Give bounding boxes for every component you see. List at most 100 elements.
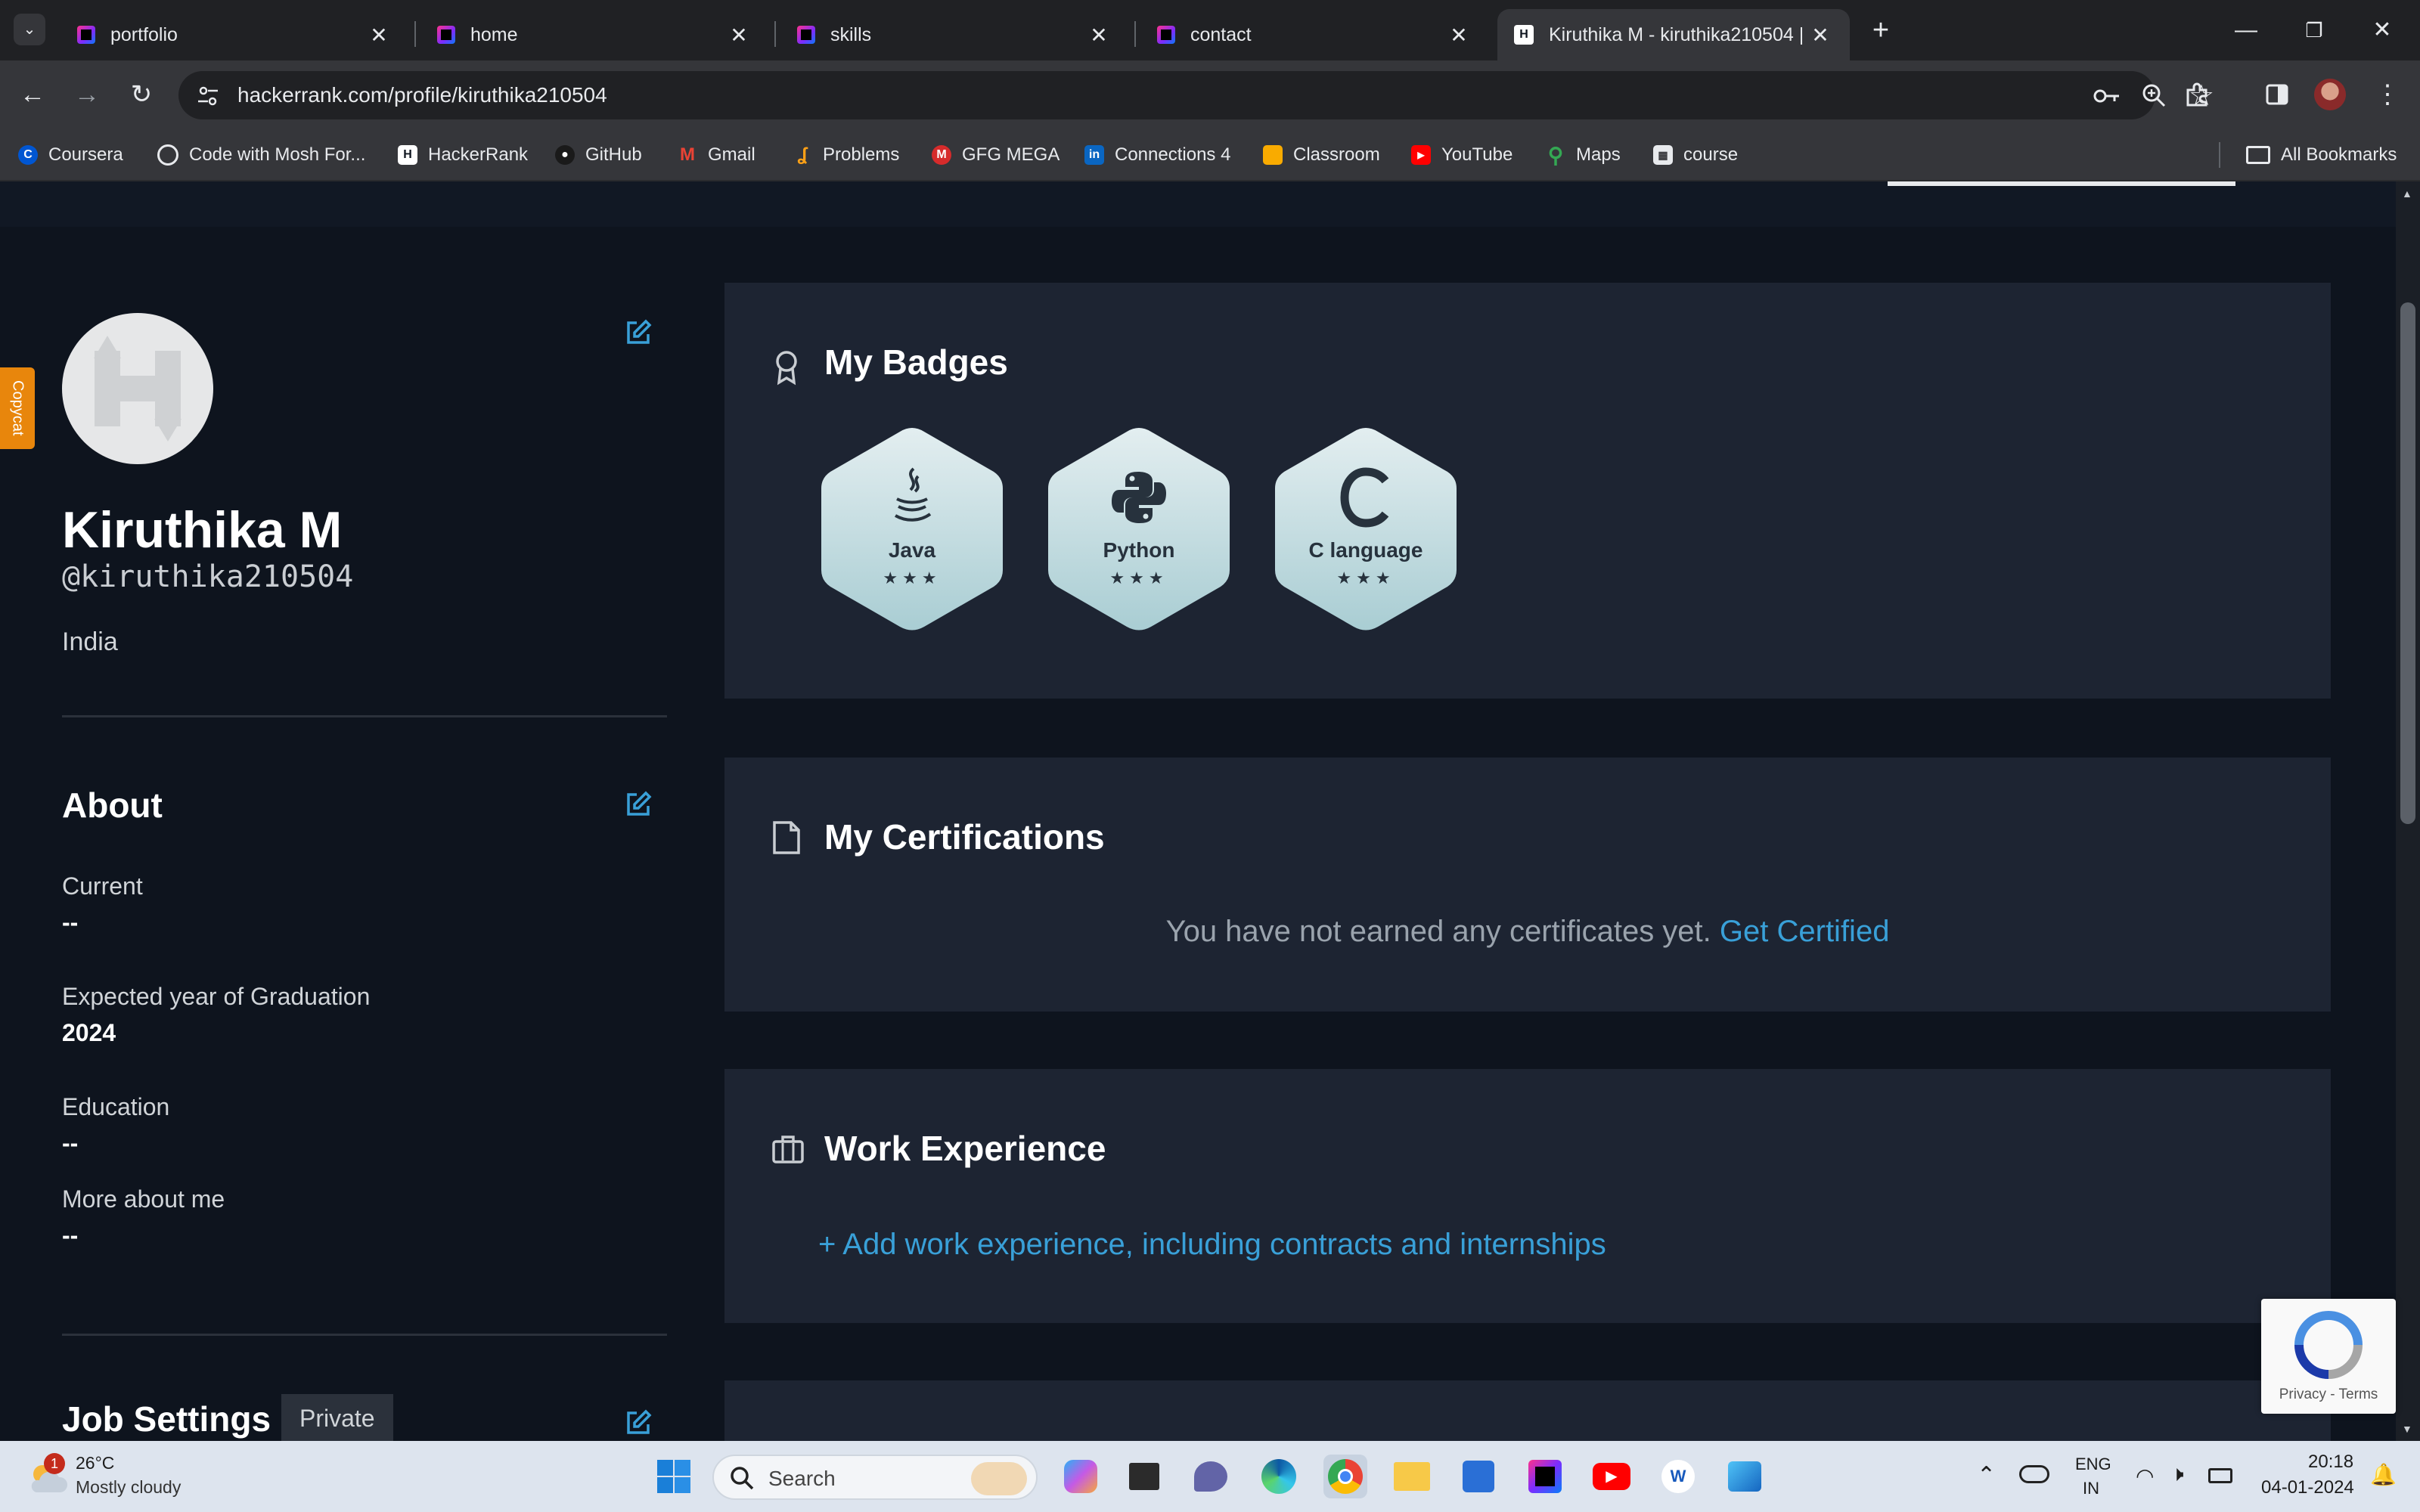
document-icon: [771, 820, 802, 854]
address-bar[interactable]: hackerrank.com/profile/kiruthika210504 ☆: [178, 71, 2214, 119]
intellij-icon: [797, 26, 815, 44]
tab-hackerrank-profile[interactable]: H Kiruthika M - kiruthika210504 | ✕: [1497, 9, 1850, 60]
reload-button[interactable]: ↻: [123, 76, 160, 113]
close-icon[interactable]: ✕: [1446, 23, 1472, 48]
intellij-app[interactable]: [1523, 1455, 1567, 1498]
edge-app[interactable]: [1257, 1455, 1301, 1498]
avatar: [62, 313, 213, 464]
mega-icon: M: [932, 145, 951, 165]
tab-home[interactable]: home ✕: [420, 9, 768, 60]
task-view-app[interactable]: [1122, 1455, 1166, 1498]
bookmark-maps[interactable]: ⚲ Maps: [1546, 139, 1621, 171]
bookmark-gfg-mega[interactable]: M GFG MEGA: [932, 139, 1060, 171]
zoom-icon[interactable]: [2140, 82, 2167, 109]
badge-ribbon-icon: [771, 349, 802, 386]
restore-button[interactable]: ❐: [2291, 11, 2337, 50]
bookmark-label: HackerRank: [428, 144, 529, 165]
badge-java[interactable]: Java ★★★: [818, 425, 1006, 634]
tab-title: home: [470, 23, 518, 45]
extensions-icon[interactable]: [2178, 76, 2216, 113]
badge-hexagon-shape: [1048, 428, 1230, 631]
bookmark-label: Coursera: [48, 144, 123, 165]
tab-title: contact: [1190, 23, 1252, 45]
weather-temp: 26°C: [76, 1453, 115, 1473]
wifi-icon[interactable]: ◠: [2136, 1464, 2154, 1489]
hackerrank-icon: H: [398, 145, 417, 165]
onedrive-cloud-icon[interactable]: [2019, 1465, 2049, 1483]
all-bookmarks-button[interactable]: All Bookmarks: [2246, 139, 2397, 171]
photos-app[interactable]: [1723, 1455, 1767, 1498]
volume-muted-icon[interactable]: 🕨: [2170, 1462, 2184, 1487]
scroll-up-arrow[interactable]: ▲: [2402, 187, 2412, 200]
side-panel-icon[interactable]: [2258, 76, 2296, 113]
bookmark-hackerrank[interactable]: H HackerRank: [398, 139, 528, 171]
show-hidden-icons-chevron[interactable]: ⌃: [1977, 1462, 1996, 1489]
scroll-thumb[interactable]: [2400, 302, 2415, 824]
bookmark-label: All Bookmarks: [2281, 144, 2397, 165]
bookmark-youtube[interactable]: ▶ YouTube: [1411, 139, 1512, 171]
notification-bell-icon[interactable]: 🔔: [2370, 1462, 2397, 1487]
language-region[interactable]: IN: [2083, 1479, 2099, 1498]
forward-button[interactable]: →: [68, 76, 106, 113]
bookmark-problems[interactable]: ʆ Problems: [793, 139, 900, 171]
taskbar-search-box[interactable]: Search: [712, 1455, 1038, 1500]
clock-date[interactable]: 04-01-2024: [2261, 1477, 2354, 1498]
close-icon[interactable]: ✕: [1086, 23, 1112, 48]
password-key-icon[interactable]: [2092, 83, 2122, 109]
tab-contact[interactable]: contact ✕: [1140, 9, 1488, 60]
clock-time[interactable]: 20:18: [2308, 1452, 2353, 1473]
youtube-app[interactable]: ▶: [1590, 1455, 1634, 1498]
minimize-button[interactable]: —: [2223, 11, 2269, 50]
gmail-icon: M: [680, 144, 695, 165]
recaptcha-links[interactable]: Privacy - Terms: [2261, 1387, 2396, 1403]
language-code[interactable]: ENG: [2075, 1455, 2111, 1474]
badge-c-language[interactable]: C language ★★★: [1272, 425, 1460, 634]
close-icon[interactable]: ✕: [366, 23, 392, 48]
bookmark-course[interactable]: ▦ course: [1653, 139, 1738, 171]
chrome-app[interactable]: [1323, 1455, 1367, 1498]
new-tab-button[interactable]: +: [1865, 15, 1897, 47]
intellij-icon: [77, 26, 95, 44]
certifications-empty-text: You have not earned any certificates yet…: [1165, 915, 1711, 948]
recaptcha-badge[interactable]: Privacy - Terms: [2261, 1299, 2396, 1414]
page-scrollbar[interactable]: ▲ ▼: [2396, 181, 2420, 1441]
bookmark-label: Problems: [823, 144, 900, 165]
teams-chat-app[interactable]: [1189, 1455, 1233, 1498]
bookmark-gmail[interactable]: M Gmail: [678, 139, 755, 171]
scroll-down-arrow[interactable]: ▼: [2402, 1423, 2412, 1435]
store-app[interactable]: [1457, 1455, 1500, 1498]
profile-avatar[interactable]: [2314, 79, 2346, 110]
tab-portfolio[interactable]: portfolio ✕: [60, 9, 408, 60]
bookmark-github[interactable]: ● GitHub: [555, 139, 642, 171]
battery-icon[interactable]: [2208, 1468, 2232, 1483]
badge-stars: ★★★: [1336, 569, 1395, 587]
edit-about-icon[interactable]: [623, 789, 653, 820]
windows-start-button[interactable]: [652, 1455, 696, 1498]
copilot-app[interactable]: [1059, 1455, 1103, 1498]
menu-icon[interactable]: ⋮: [2369, 76, 2406, 113]
copycat-extension-tab[interactable]: Copycat: [0, 367, 35, 449]
site-info-icon[interactable]: [195, 83, 221, 109]
edit-job-settings-icon[interactable]: [623, 1408, 653, 1438]
close-icon[interactable]: ✕: [1807, 23, 1833, 48]
bookmark-code-with-mosh[interactable]: Code with Mosh For...: [157, 139, 365, 171]
bookmark-classroom[interactable]: Classroom: [1263, 139, 1380, 171]
word-app[interactable]: W: [1656, 1455, 1700, 1498]
add-work-experience-link[interactable]: + Add work experience, including contrac…: [818, 1228, 1606, 1262]
tab-skills[interactable]: skills ✕: [780, 9, 1128, 60]
bookmark-coursera[interactable]: C Coursera: [18, 139, 123, 171]
recaptcha-icon: [2294, 1311, 2363, 1379]
bookmark-connections[interactable]: in Connections 4: [1084, 139, 1230, 171]
get-certified-link[interactable]: Get Certified: [1720, 915, 1890, 948]
file-explorer-app[interactable]: [1390, 1455, 1434, 1498]
edit-profile-icon[interactable]: [623, 318, 653, 348]
back-button[interactable]: ←: [14, 76, 51, 113]
url-text[interactable]: hackerrank.com/profile/kiruthika210504: [237, 83, 607, 107]
weather-widget[interactable]: 1: [26, 1453, 68, 1497]
badge-python[interactable]: Python ★★★: [1045, 425, 1233, 634]
window-close-button[interactable]: ✕: [2360, 11, 2405, 50]
close-icon[interactable]: ✕: [726, 23, 752, 48]
badge-label: Java: [888, 538, 936, 562]
tab-search-button[interactable]: ⌄: [14, 14, 45, 45]
work-experience-heading: Work Experience: [824, 1129, 1106, 1168]
